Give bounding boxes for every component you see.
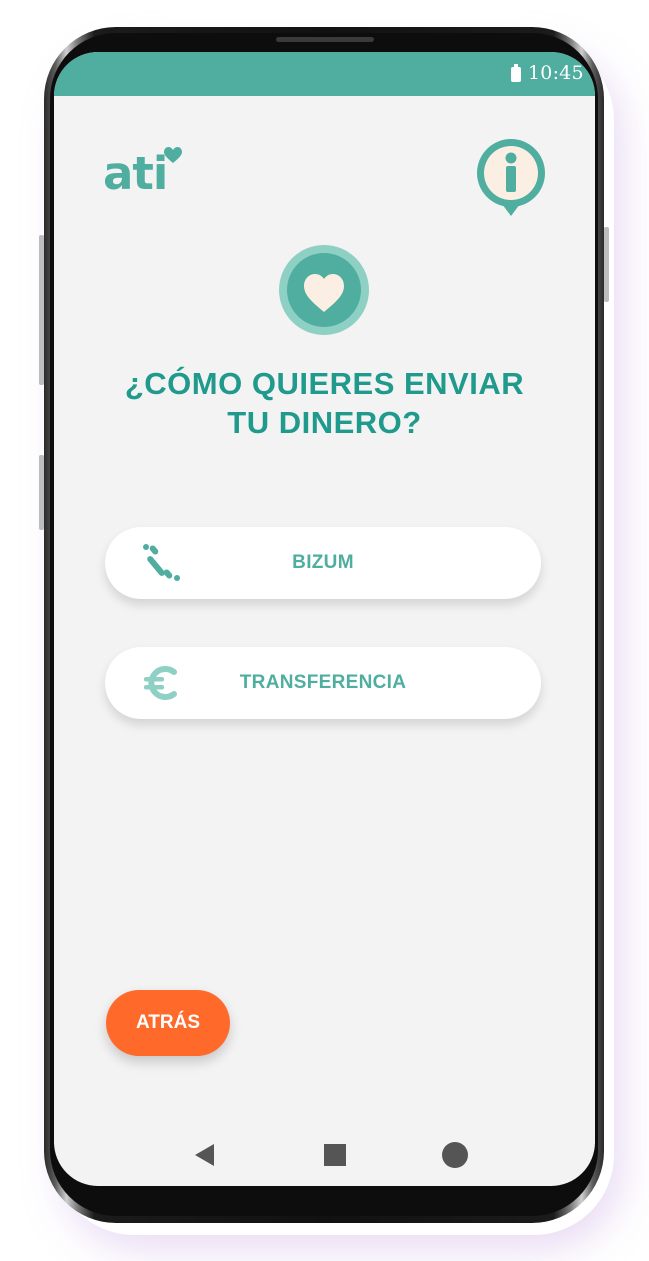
nav-recents-icon[interactable] — [440, 1140, 470, 1170]
battery-icon — [511, 64, 521, 82]
title-line-1: ¿CÓMO QUIERES ENVIAR — [124, 366, 525, 401]
title-line-2: TU DINERO? — [227, 405, 422, 440]
ati-logo: ati — [103, 144, 193, 204]
speaker-grille — [276, 37, 374, 42]
logo-text: ati — [103, 147, 168, 200]
android-nav-bar — [54, 1132, 595, 1182]
page-title: ¿CÓMO QUIERES ENVIAR TU DINERO? — [54, 364, 595, 442]
info-button[interactable] — [474, 136, 550, 220]
status-bar: 10:45 — [54, 52, 595, 96]
power-button — [39, 455, 44, 530]
logo-heart-icon — [164, 147, 182, 163]
transferencia-label: TRANSFERENCIA — [239, 672, 407, 693]
status-time: 10:45 — [528, 62, 584, 84]
side-button-right — [604, 227, 609, 302]
heart-icon — [279, 245, 369, 335]
info-icon — [477, 139, 545, 216]
nav-back-icon[interactable] — [190, 1140, 220, 1170]
hero-heart-badge — [278, 244, 370, 336]
back-button[interactable]: ATRÁS — [106, 990, 230, 1056]
nav-home-icon[interactable] — [320, 1140, 350, 1170]
bizum-button[interactable]: BIZUM — [105, 527, 541, 599]
bizum-label: BIZUM — [292, 552, 354, 573]
transferencia-button[interactable]: TRANSFERENCIA — [105, 647, 541, 719]
screen: 10:45 ati ¿CÓMO QUIERES ENVIAR TU DINERO… — [54, 52, 595, 1186]
volume-button — [39, 235, 44, 385]
